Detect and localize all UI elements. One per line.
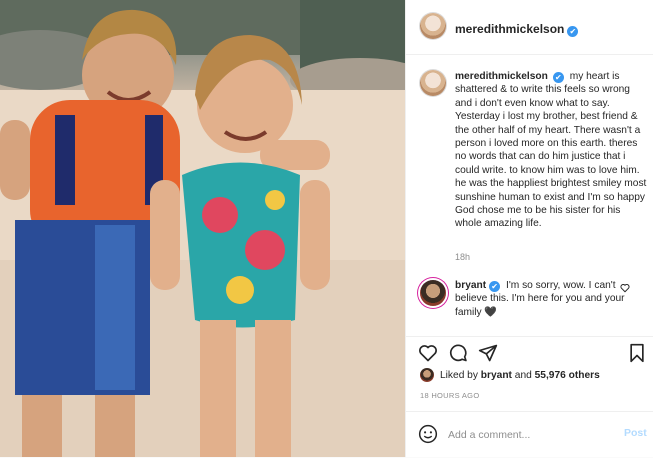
comment-composer: Post — [406, 411, 653, 458]
post-side-panel: meredithmickelson ✔ meredithmickelson ✔ my… — [405, 0, 653, 457]
share-icon[interactable] — [478, 343, 498, 363]
caption-author-username[interactable]: meredithmickelson — [455, 71, 548, 82]
author-avatar[interactable] — [420, 13, 446, 39]
verified-badge-icon: ✔ — [552, 72, 564, 83]
likes-and: and — [514, 370, 532, 381]
liker-avatar[interactable] — [420, 368, 434, 382]
comment-icon[interactable] — [448, 343, 468, 363]
actions-divider — [406, 336, 653, 338]
likes-summary[interactable]: Liked by bryant and 55,976 others — [420, 367, 600, 385]
comment: bryant ✔ I'm so sorry, wow. I can't belie… — [455, 279, 625, 319]
author-username[interactable]: meredithmickelson — [455, 22, 564, 36]
post-photo[interactable] — [0, 0, 405, 457]
commenter-username[interactable]: bryant — [455, 280, 486, 291]
heart-icon[interactable] — [418, 343, 438, 363]
comment-input[interactable] — [446, 424, 610, 446]
caption-age[interactable]: 18h — [455, 252, 470, 262]
post-timestamp[interactable]: 18 HOURS AGO — [420, 391, 479, 400]
emoji-icon[interactable] — [418, 424, 438, 444]
comment-like-heart-icon[interactable] — [620, 283, 630, 293]
likes-prefix: Liked by — [440, 370, 478, 381]
bookmark-icon[interactable] — [628, 343, 646, 363]
post-comment-button[interactable]: Post — [624, 427, 647, 439]
verified-badge-icon: ✔ — [567, 26, 579, 37]
post-header: meredithmickelson ✔ — [406, 0, 653, 55]
photo-illustration — [0, 0, 405, 457]
liker-username[interactable]: bryant — [481, 370, 512, 381]
post-caption: meredithmickelson ✔ my heart is shattered… — [455, 70, 647, 231]
caption-text: my heart is shattered & to write this fe… — [455, 71, 647, 230]
likes-count[interactable]: 55,976 others — [535, 370, 600, 381]
commenter-avatar[interactable] — [420, 280, 446, 306]
caption-author-avatar[interactable] — [420, 70, 446, 96]
verified-badge-icon: ✔ — [489, 281, 501, 292]
